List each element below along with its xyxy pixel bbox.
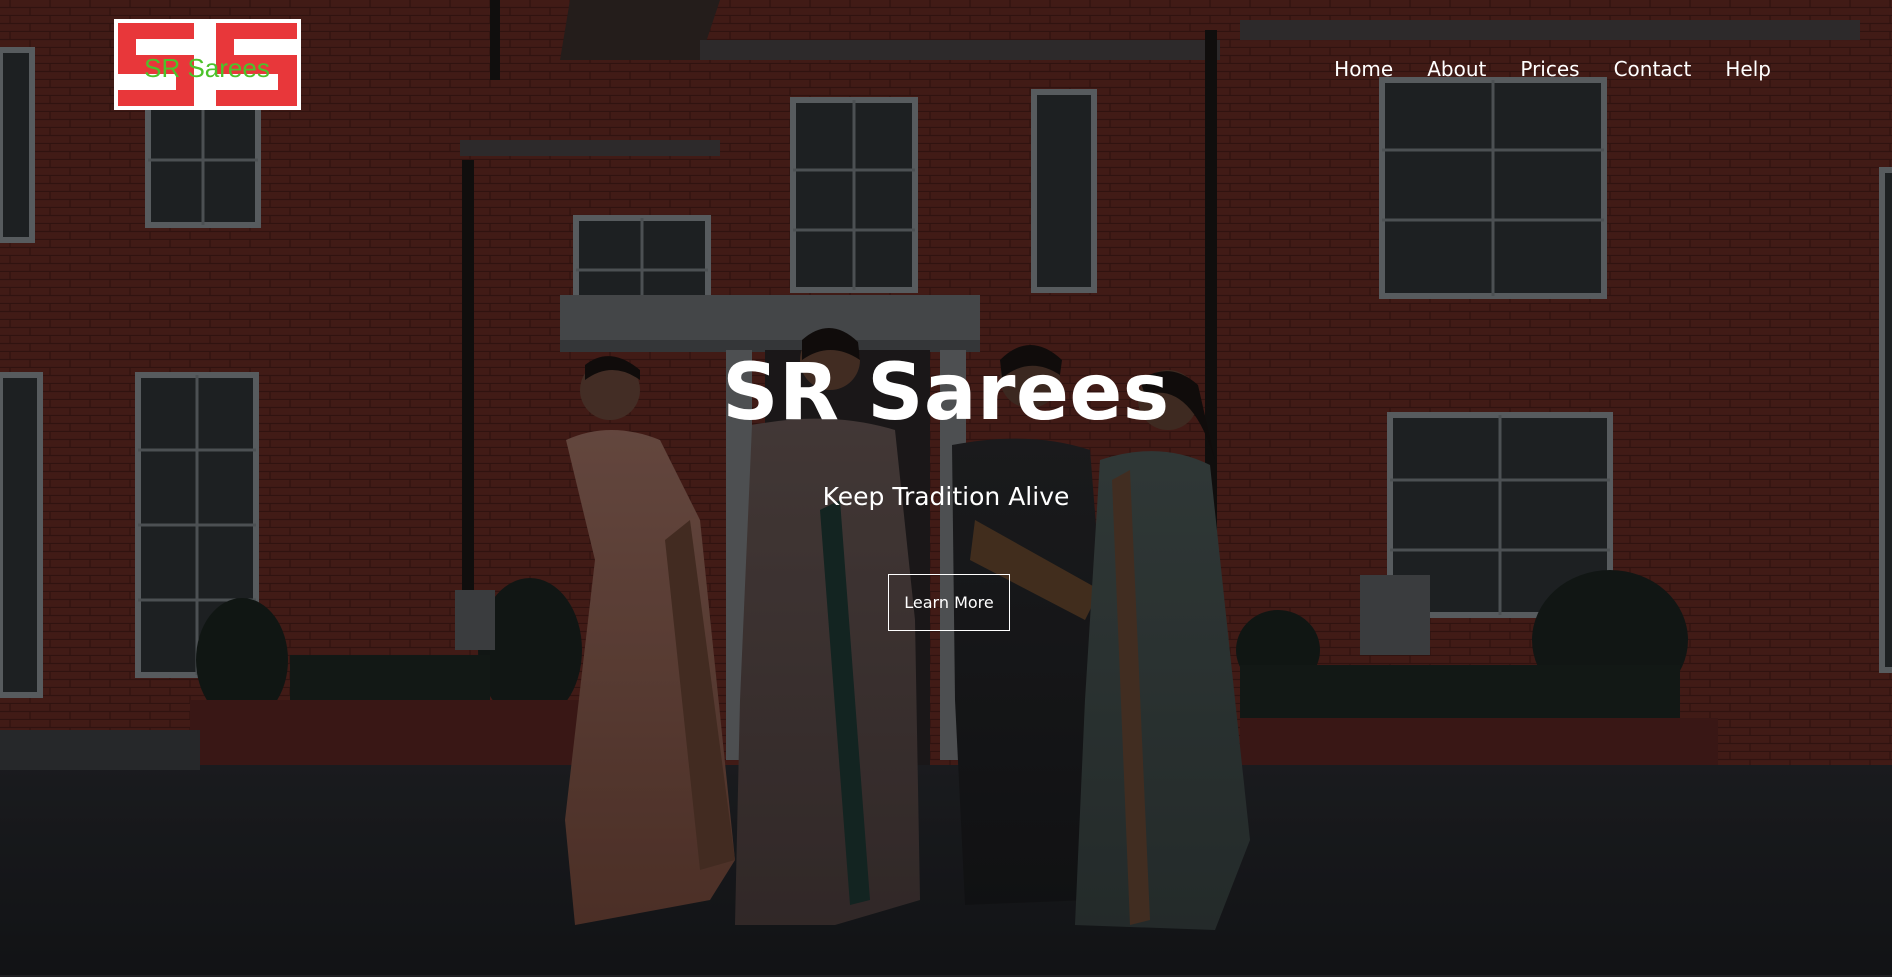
nav-help[interactable]: Help <box>1708 54 1771 84</box>
hero-title: SR Sarees <box>722 348 1170 438</box>
nav-contact[interactable]: Contact <box>1597 54 1709 84</box>
learn-more-button[interactable]: Learn More <box>888 574 1010 631</box>
main-nav: Home About Prices Contact Help <box>1317 54 1771 84</box>
nav-about[interactable]: About <box>1410 54 1503 84</box>
logo-image: SR Sarees <box>118 23 297 106</box>
logo-text: SR Sarees <box>144 53 270 83</box>
nav-prices[interactable]: Prices <box>1503 54 1596 84</box>
nav-home[interactable]: Home <box>1317 54 1410 84</box>
brand-logo[interactable]: SR Sarees <box>114 19 301 110</box>
hero-section: SR Sarees Home About Prices Contact Help… <box>0 0 1892 975</box>
hero-subtitle: Keep Tradition Alive <box>822 482 1070 511</box>
